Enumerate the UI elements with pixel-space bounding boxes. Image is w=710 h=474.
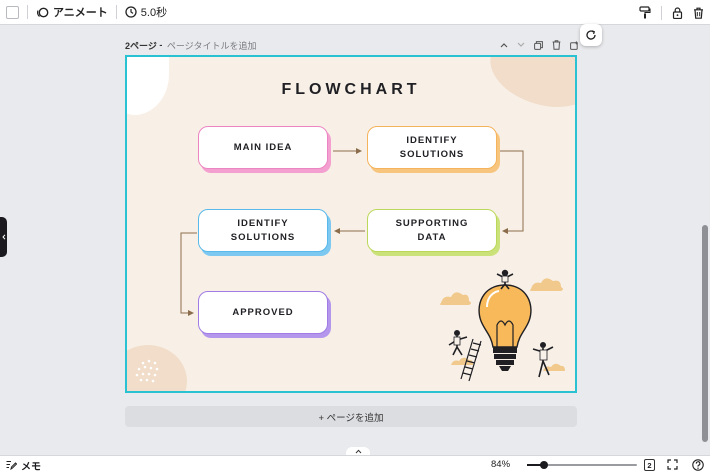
lock-icon[interactable] [672, 6, 683, 19]
arrow-identify-to-approved [180, 232, 197, 316]
help-icon[interactable] [692, 459, 704, 471]
cloud-icon [529, 278, 563, 291]
page-separator: - [156, 40, 165, 50]
page-title-input[interactable]: ページタイトルを追加 [167, 39, 257, 52]
cloud-icon [439, 292, 471, 305]
zoom-slider[interactable] [527, 461, 637, 469]
box-main-idea[interactable]: MAIN IDEA [198, 126, 328, 169]
move-down-icon[interactable] [517, 42, 525, 48]
box-label-line: SOLUTIONS [399, 148, 465, 160]
notes-button[interactable]: メモ [6, 458, 41, 473]
design-canvas[interactable]: FLOWCHART MAIN IDEA IDENTIFY SOLUTIONS SU… [125, 55, 577, 393]
divider [661, 5, 662, 20]
page-number-label: 2ページ [125, 40, 157, 51]
lightbulb-illustration[interactable] [435, 267, 575, 392]
paint-roller-icon[interactable] [639, 6, 651, 19]
trash-icon[interactable] [693, 7, 704, 19]
chevron-left-icon [1, 234, 5, 240]
page-actions [500, 37, 579, 53]
animate-button[interactable]: アニメート [36, 0, 108, 24]
bulb-base [494, 354, 516, 359]
add-page-icon[interactable] [570, 40, 579, 50]
move-up-icon[interactable] [500, 42, 508, 48]
animate-label: アニメート [53, 7, 108, 19]
box-label: SUPPORTING DATA [396, 217, 469, 245]
duration-button[interactable]: 5.0秒 [125, 0, 167, 24]
box-label-line: DATA [417, 231, 447, 243]
clock-icon [125, 6, 137, 18]
duration-label: 5.0秒 [140, 7, 168, 19]
box-label: MAIN IDEA [233, 141, 293, 153]
notes-label: メモ [21, 461, 41, 473]
fullscreen-icon[interactable] [667, 459, 678, 470]
add-page-button[interactable]: + ページを追加 [125, 406, 577, 427]
bulb-base [493, 347, 517, 353]
duplicate-icon[interactable] [534, 40, 543, 50]
arrow-identify-to-supporting [498, 150, 524, 234]
person-head [454, 330, 460, 336]
refresh-icon [586, 30, 596, 40]
box-approved[interactable]: APPROVED [198, 291, 328, 334]
chevron-up-icon [355, 449, 361, 454]
animate-icon [36, 7, 49, 17]
bulb-base [496, 360, 514, 365]
box-label: IDENTIFY SOLUTIONS [231, 217, 295, 245]
divider [115, 5, 117, 19]
delete-page-icon[interactable] [552, 40, 561, 50]
box-label-line: IDENTIFY [406, 134, 458, 146]
box-label: IDENTIFY SOLUTIONS [400, 134, 464, 162]
box-label-line: SUPPORTING [395, 217, 469, 229]
person-head [540, 342, 546, 348]
background-color-swatch[interactable] [6, 5, 19, 19]
divider [27, 5, 28, 19]
bulb-tip [499, 366, 511, 371]
person-head [501, 269, 509, 277]
page-count-button[interactable]: 2 [644, 459, 655, 471]
zoom-level[interactable]: 84% [491, 459, 510, 470]
bulb-glass [478, 284, 532, 348]
box-supporting-data[interactable]: SUPPORTING DATA [367, 209, 497, 252]
refresh-button[interactable] [580, 24, 602, 46]
page-header: 2ページ - ページタイトルを追加 [125, 37, 579, 53]
box-label: APPROVED [232, 306, 294, 318]
box-label-line: SOLUTIONS [230, 231, 296, 243]
vertical-scrollbar[interactable] [702, 225, 708, 442]
box-identify-solutions-1[interactable]: IDENTIFY SOLUTIONS [367, 126, 497, 169]
box-identify-solutions-2[interactable]: IDENTIFY SOLUTIONS [198, 209, 328, 252]
bottom-bar: メモ 84% 2 [0, 455, 710, 474]
pencil-lines-icon [6, 460, 17, 470]
top-toolbar: アニメート 5.0秒 [0, 0, 710, 25]
panel-collapse-tab[interactable] [0, 217, 7, 257]
box-label-line: IDENTIFY [237, 217, 289, 229]
zoom-slider-handle[interactable] [539, 461, 548, 469]
